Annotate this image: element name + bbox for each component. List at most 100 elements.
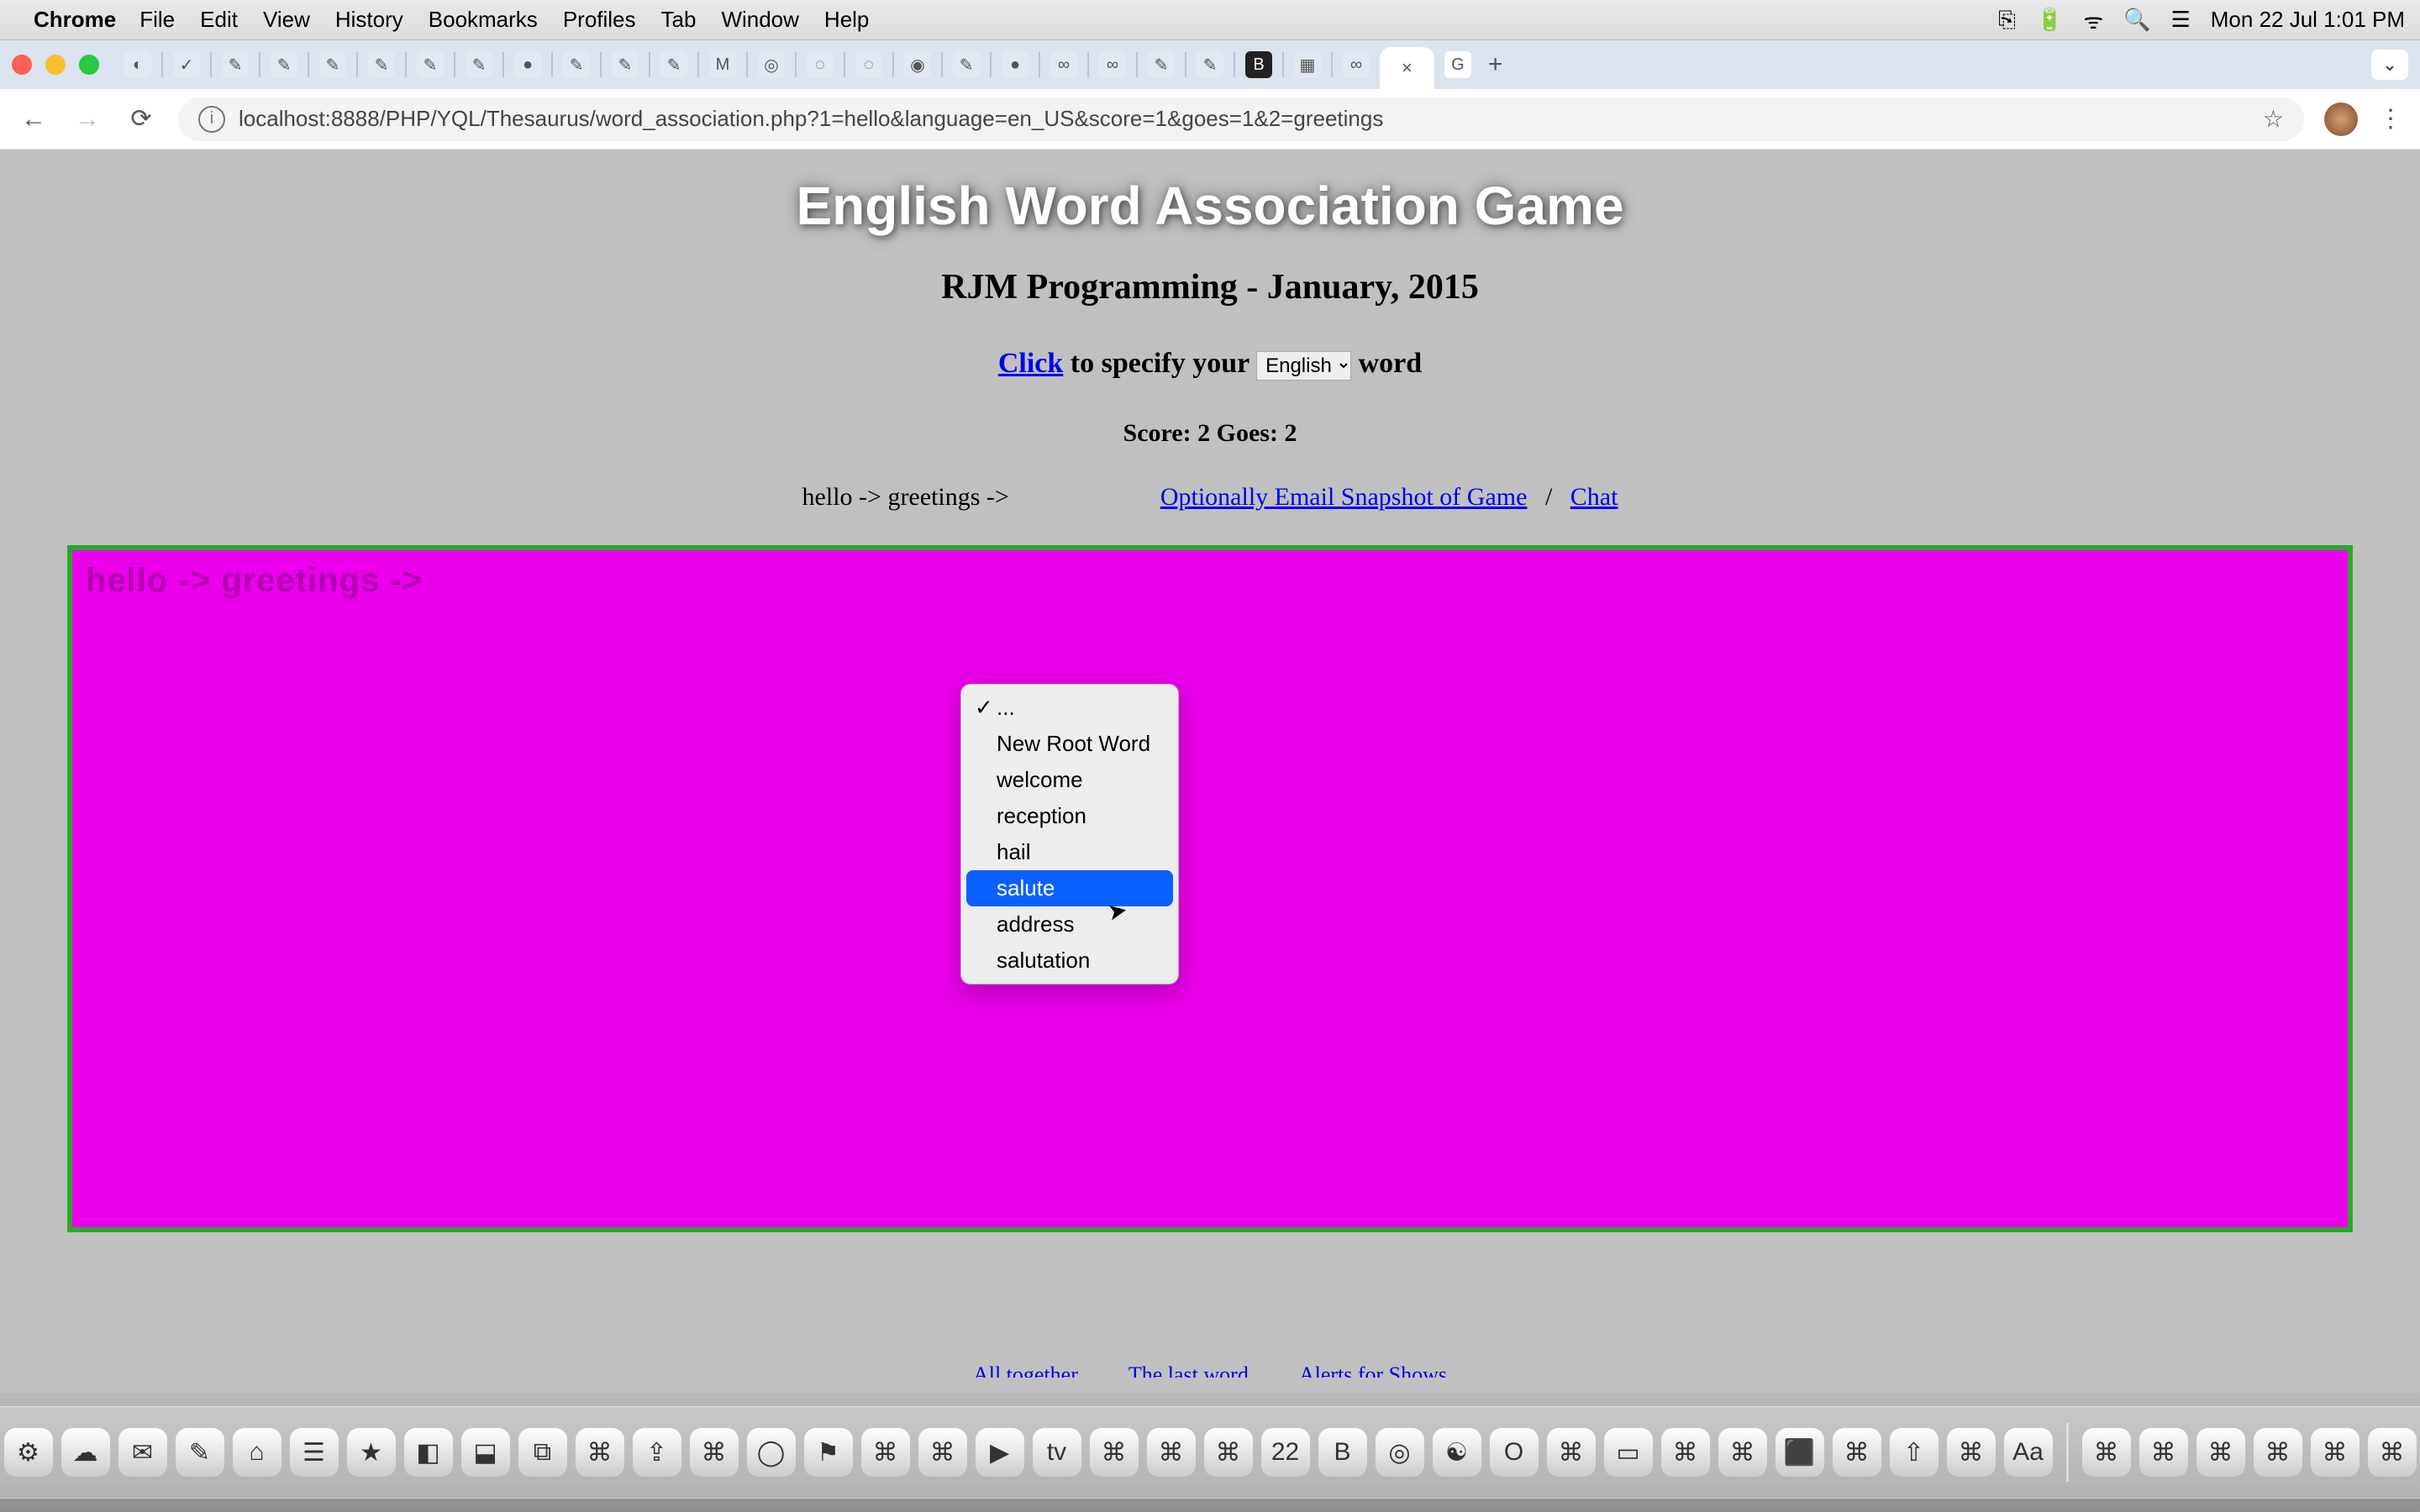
pinned-tab[interactable]: ✎ xyxy=(612,51,639,78)
dock-app-icon[interactable]: ☯ xyxy=(1433,1428,1481,1477)
dropdown-option[interactable]: ... xyxy=(966,690,1173,726)
dock-app-icon[interactable]: B xyxy=(1318,1428,1367,1477)
pinned-tab[interactable]: ✓ xyxy=(173,51,200,78)
click-link[interactable]: Click xyxy=(998,348,1063,379)
pinned-tab[interactable]: ✎ xyxy=(563,51,590,78)
pinned-tab[interactable]: ▦ xyxy=(1294,51,1321,78)
menu-edit[interactable]: Edit xyxy=(200,7,238,33)
pinned-tab[interactable]: ✎ xyxy=(466,51,492,78)
dock-app-icon[interactable]: ⌘ xyxy=(1833,1428,1881,1477)
chat-link[interactable]: Chat xyxy=(1570,483,1618,511)
profile-avatar[interactable] xyxy=(2324,102,2358,136)
minimize-window-button[interactable] xyxy=(45,55,66,75)
pinned-tab[interactable]: ✎ xyxy=(222,51,249,78)
email-snapshot-link[interactable]: Optionally Email Snapshot of Game xyxy=(1160,483,1528,511)
dock-app-icon[interactable]: ⧉ xyxy=(518,1428,567,1477)
pinned-tab[interactable]: ◌ xyxy=(855,51,882,78)
dock-app-icon[interactable]: ⌘ xyxy=(2311,1428,2360,1477)
pinned-tab[interactable]: ✎ xyxy=(271,51,297,78)
word-dropdown[interactable]: ... New Root Word welcome reception hail… xyxy=(960,684,1179,984)
dock-app-icon[interactable]: ⌘ xyxy=(1547,1428,1596,1477)
search-icon[interactable]: 🔍 xyxy=(2123,7,2150,33)
pinned-tab[interactable]: B xyxy=(1245,51,1272,78)
dock-app-icon[interactable]: ⌘ xyxy=(2082,1428,2131,1477)
wifi-icon[interactable]: ᯤ xyxy=(2083,5,2103,35)
footer-link[interactable]: Alerts for Shows xyxy=(1299,1362,1447,1378)
site-info-icon[interactable]: i xyxy=(198,106,225,133)
menu-profiles[interactable]: Profiles xyxy=(563,7,636,33)
google-tab[interactable]: G xyxy=(1444,51,1471,78)
dock-app-icon[interactable]: ☁ xyxy=(61,1428,110,1477)
language-select[interactable]: English xyxy=(1256,351,1351,381)
menubar-icon[interactable]: ⎘ xyxy=(1998,7,2016,34)
dock-app-icon[interactable]: ⌘ xyxy=(918,1428,967,1477)
pinned-tab[interactable]: ◐ xyxy=(124,51,151,78)
pinned-tab[interactable]: ✎ xyxy=(319,51,346,78)
dock-app-icon[interactable]: ⌘ xyxy=(2139,1428,2188,1477)
dropdown-option[interactable]: hail xyxy=(966,834,1173,870)
pinned-tab[interactable]: ◌ xyxy=(807,51,834,78)
dock-app-icon[interactable]: ⌘ xyxy=(861,1428,910,1477)
menu-history[interactable]: History xyxy=(335,7,403,33)
pinned-tab[interactable]: ✎ xyxy=(368,51,395,78)
clock[interactable]: Mon 22 Jul 1:01 PM xyxy=(2211,7,2405,33)
pinned-tab[interactable]: ● xyxy=(514,51,541,78)
dock-app-icon[interactable]: ▭ xyxy=(1604,1428,1653,1477)
new-tab-button[interactable]: + xyxy=(1488,50,1503,79)
dock-app-icon[interactable]: ⚑ xyxy=(804,1428,853,1477)
dock-app-icon[interactable]: ⌂ xyxy=(233,1428,281,1477)
pinned-tab[interactable]: ✎ xyxy=(1148,51,1175,78)
dock-app-icon[interactable]: ⇪ xyxy=(633,1428,681,1477)
dock-app-icon[interactable]: ◯ xyxy=(747,1428,796,1477)
reload-button[interactable]: ⟳ xyxy=(124,104,158,134)
dropdown-option[interactable]: New Root Word xyxy=(966,726,1173,762)
dock-app-icon[interactable]: ⌘ xyxy=(1661,1428,1710,1477)
footer-link[interactable]: All together xyxy=(973,1362,1078,1378)
pinned-tab[interactable]: ∞ xyxy=(1343,51,1370,78)
dock-app-icon[interactable]: ⌘ xyxy=(1147,1428,1196,1477)
dropdown-option-highlighted[interactable]: salute xyxy=(966,870,1173,906)
dock-app-icon[interactable]: ⌘ xyxy=(576,1428,624,1477)
menu-help[interactable]: Help xyxy=(824,7,869,33)
menu-file[interactable]: File xyxy=(139,7,175,33)
menu-view[interactable]: View xyxy=(263,7,310,33)
dock-app-icon[interactable]: O xyxy=(1490,1428,1539,1477)
dock-app-icon[interactable]: Aa xyxy=(2004,1428,2053,1477)
dock-app-icon[interactable]: ◧ xyxy=(404,1428,453,1477)
pinned-tab[interactable]: ✎ xyxy=(1197,51,1223,78)
pinned-tab[interactable]: ✎ xyxy=(417,51,444,78)
forward-button[interactable]: → xyxy=(71,105,104,134)
pinned-tab[interactable]: ◉ xyxy=(904,51,931,78)
dock-app-icon[interactable]: ✉ xyxy=(118,1428,167,1477)
pinned-tab[interactable]: ✎ xyxy=(660,51,687,78)
pinned-tab[interactable]: ∞ xyxy=(1099,51,1126,78)
dropdown-option[interactable]: address xyxy=(966,906,1173,942)
dock-app-icon[interactable]: 22 xyxy=(1261,1428,1310,1477)
dock-app-icon[interactable]: ⌘ xyxy=(1204,1428,1253,1477)
dock-app-icon[interactable]: ⌘ xyxy=(2254,1428,2302,1477)
app-name[interactable]: Chrome xyxy=(34,7,116,33)
menu-window[interactable]: Window xyxy=(721,7,798,33)
dock-app-icon[interactable]: ⌘ xyxy=(2196,1428,2245,1477)
back-button[interactable]: ← xyxy=(17,105,50,134)
footer-link[interactable]: The last word xyxy=(1128,1362,1249,1378)
menu-bookmarks[interactable]: Bookmarks xyxy=(429,7,538,33)
dock-app-icon[interactable]: ⌘ xyxy=(1718,1428,1767,1477)
dock-app-icon[interactable]: ◎ xyxy=(1376,1428,1424,1477)
dock-app-icon[interactable]: ★ xyxy=(347,1428,396,1477)
dropdown-option[interactable]: reception xyxy=(966,798,1173,834)
active-tab[interactable]: × xyxy=(1380,47,1434,89)
close-window-button[interactable] xyxy=(12,55,32,75)
dock-app-icon[interactable]: ⇧ xyxy=(1890,1428,1939,1477)
pinned-tab[interactable]: ◎ xyxy=(758,51,785,78)
dock-app-icon[interactable]: ✎ xyxy=(176,1428,224,1477)
menu-tab[interactable]: Tab xyxy=(661,7,697,33)
pinned-tab[interactable]: M xyxy=(709,51,736,78)
dock-app-icon[interactable]: ⌘ xyxy=(690,1428,739,1477)
bookmark-star-icon[interactable]: ☆ xyxy=(2263,105,2284,133)
close-tab-icon[interactable]: × xyxy=(1402,57,1413,79)
chrome-menu-icon[interactable]: ⋮ xyxy=(2378,104,2403,134)
dropdown-option[interactable]: welcome xyxy=(966,762,1173,798)
maximize-window-button[interactable] xyxy=(79,55,99,75)
dock-app-icon[interactable]: ⌘ xyxy=(1090,1428,1139,1477)
